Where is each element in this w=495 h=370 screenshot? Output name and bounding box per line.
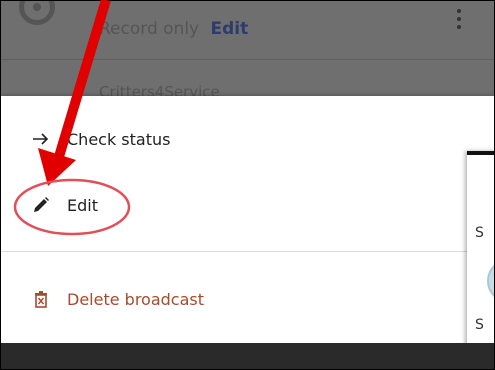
arrow-right-icon [31, 129, 51, 149]
menu-divider [1, 251, 494, 252]
bottom-sheet-menu: Check status Edit Delete broadcast [1, 96, 494, 343]
trash-icon [31, 289, 51, 309]
record-avatar-icon [19, 1, 55, 25]
menu-item-label: Delete broadcast [67, 289, 204, 309]
avatar [487, 259, 494, 303]
dialog-section-label: S [475, 225, 484, 241]
broadcast-title: Record only Edit [99, 19, 249, 39]
background-broadcast-list: Record only Edit Critters4Service [1, 1, 494, 101]
menu-item-delete-broadcast[interactable]: Delete broadcast [1, 274, 461, 324]
menu-item-label: Edit [67, 195, 98, 215]
kebab-menu-icon[interactable] [456, 9, 462, 31]
edit-link[interactable]: Edit [211, 19, 249, 39]
dark-bottom-bar [1, 343, 494, 369]
menu-item-label: Check status [67, 129, 171, 149]
menu-item-check-status[interactable]: Check status [1, 114, 461, 164]
broadcast-row: Record only Edit [1, 1, 494, 60]
pencil-icon [31, 195, 51, 215]
side-dialog-peek: S S [467, 151, 494, 369]
dialog-section-label: S [475, 317, 484, 333]
screenshot-frame: Record only Edit Critters4Service Check … [0, 0, 495, 370]
menu-item-edit[interactable]: Edit [1, 180, 461, 230]
